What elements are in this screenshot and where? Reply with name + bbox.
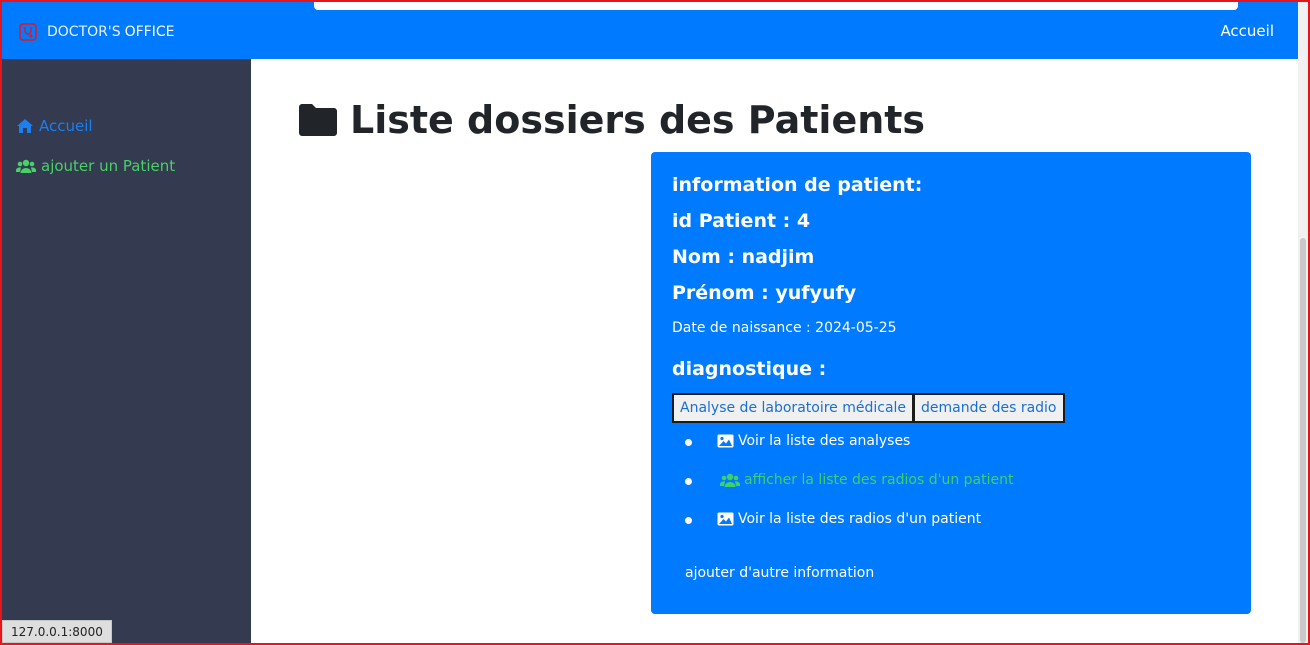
brand-text-part1: DOCTOR'S [47, 24, 121, 40]
link-label: Voir la liste des analyses [738, 433, 911, 449]
patient-nom: Nom : nadjim [672, 246, 815, 268]
home-icon [17, 119, 33, 133]
patient-id: id Patient : 4 [672, 210, 811, 232]
link-list-radios-patient[interactable]: afficher la liste des radios d'un patien… [685, 472, 1014, 488]
nav-link-accueil[interactable]: Accueil [1220, 22, 1274, 40]
card-heading: information de patient: [672, 174, 923, 196]
link-label: Voir la liste des radios d'un patient [738, 511, 982, 527]
scrollbar[interactable] [1298, 2, 1308, 643]
image-icon [717, 434, 734, 448]
bullet [685, 439, 692, 446]
sidebar: Accueil ajouter un Patient [2, 59, 251, 643]
sidebar-item-add-patient[interactable]: ajouter un Patient [16, 157, 175, 175]
sidebar-item-label: Accueil [39, 117, 93, 135]
diagnostic-buttons: Analyse de laboratoire médicale demande … [672, 393, 1065, 423]
brand[interactable]: DOCTOR'S OFFICE [18, 22, 174, 42]
link-label: afficher la liste des radios d'un patien… [744, 472, 1014, 488]
lab-analysis-button[interactable]: Analyse de laboratoire médicale [672, 393, 915, 423]
diagnostic-heading: diagnostique : [672, 358, 827, 380]
page-title-text: Liste dossiers des Patients [350, 98, 926, 142]
top-navbar: DOCTOR'S OFFICE Accueil [2, 2, 1298, 59]
bullet [685, 478, 692, 485]
users-icon [720, 473, 740, 487]
status-bar-url: 127.0.0.1:8000 [2, 620, 112, 643]
image-icon [717, 512, 734, 526]
add-other-info-link[interactable]: ajouter d'autre information [685, 565, 874, 581]
link-view-analyses[interactable]: Voir la liste des analyses [685, 433, 911, 449]
radio-request-button[interactable]: demande des radio [914, 393, 1065, 423]
scrollbar-thumb[interactable] [1300, 238, 1306, 643]
users-icon [16, 159, 36, 173]
brand-text-part2: OFFICE [124, 24, 175, 40]
bullet [685, 517, 692, 524]
sidebar-item-label: ajouter un Patient [41, 157, 176, 175]
sidebar-item-accueil[interactable]: Accueil [16, 117, 93, 135]
patient-info-card: information de patient: id Patient : 4 N… [651, 152, 1251, 614]
top-search-box[interactable] [314, 2, 1238, 10]
patient-birth-date: Date de naissance : 2024-05-25 [672, 320, 897, 336]
folder-icon [299, 104, 337, 136]
page-title: Liste dossiers des Patients [298, 98, 925, 142]
patient-prenom: Prénom : yufyufy [672, 282, 857, 304]
stethoscope-icon [19, 23, 37, 41]
link-view-radios[interactable]: Voir la liste des radios d'un patient [685, 511, 982, 527]
